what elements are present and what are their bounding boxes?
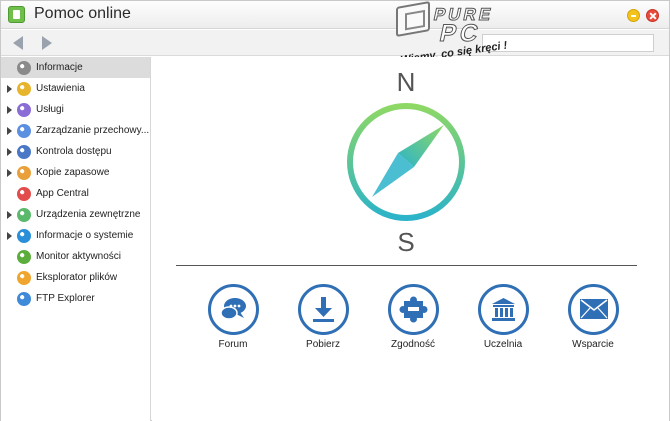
storage-icon [17, 123, 31, 138]
sidebar-item-storage[interactable]: Zarządzanie przechowy... [1, 120, 150, 141]
sidebar-item-label: Kopie zapasowe [36, 167, 110, 178]
forum-link[interactable]: Forum [202, 284, 264, 350]
sidebar-item-access-control[interactable]: Kontrola dostępu [1, 141, 150, 162]
forward-arrow-icon[interactable] [42, 36, 52, 50]
sidebar-item-external-devices[interactable]: Urządzenia zewnętrzne [1, 204, 150, 225]
expand-arrow-icon[interactable] [7, 231, 12, 240]
purepc-logo-icon [396, 1, 430, 37]
support-circle[interactable] [567, 284, 619, 335]
app-central-icon [17, 186, 31, 201]
activity-monitor-icon [17, 249, 31, 264]
back-arrow-icon[interactable] [13, 36, 23, 50]
sidebar-item-label: Usługi [36, 104, 64, 115]
sidebar-item-label: Zarządzanie przechowy... [36, 125, 150, 136]
compass-north-label: N [397, 67, 416, 97]
gear-icon [17, 81, 31, 96]
help-app-icon [8, 6, 25, 23]
sidebar-item-gear[interactable]: Ustawienia [1, 78, 150, 99]
sidebar-item-label: FTP Explorer [36, 293, 95, 304]
expand-arrow-icon[interactable] [7, 126, 12, 135]
download-link[interactable]: Pobierz [292, 284, 354, 350]
file-explorer-icon [17, 270, 31, 285]
sidebar-item-label: Informacje [36, 62, 83, 73]
compatibility-label: Zgodność [391, 339, 435, 350]
sidebar-item-compass[interactable]: Informacje [1, 57, 150, 78]
compass-graphic: N S [347, 67, 465, 257]
sidebar-item-services[interactable]: Usługi [1, 99, 150, 120]
expand-arrow-icon[interactable] [7, 210, 12, 219]
sidebar-item-label: Ustawienia [36, 83, 85, 94]
expand-arrow-icon[interactable] [7, 168, 12, 177]
sidebar-item-file-explorer[interactable]: Eksplorator plików [1, 267, 150, 288]
window-title: Pomoc online [34, 5, 131, 22]
university-circle[interactable] [477, 284, 529, 335]
sidebar-item-label: Monitor aktywności [36, 251, 122, 262]
access-control-icon [17, 144, 31, 159]
help-window: Pomoc online PURE PC Wiemy, co się kręci… [0, 0, 670, 421]
download-label: Pobierz [306, 339, 340, 350]
services-icon [17, 102, 31, 117]
sidebar-item-backup[interactable]: Kopie zapasowe [1, 162, 150, 183]
support-link[interactable]: Wsparcie [562, 284, 624, 350]
external-devices-icon [17, 207, 31, 222]
help-links: Forum Pobierz Zgodność Uczelnia Wsparcie [202, 284, 622, 354]
chat-bubbles-icon [219, 298, 246, 320]
support-label: Wsparcie [572, 339, 614, 350]
forum-circle[interactable] [207, 284, 259, 335]
sidebar-item-system-info[interactable]: Informacje o systemie [1, 225, 150, 246]
close-button[interactable] [646, 9, 659, 22]
compatibility-link[interactable]: Zgodność [382, 284, 444, 350]
sidebar-item-label: App Central [36, 188, 89, 199]
title-bar[interactable]: Pomoc online [1, 1, 669, 29]
sidebar: Informacje Ustawienia Usługi Zarządzanie pr… [1, 57, 151, 421]
sidebar-item-ftp-explorer[interactable]: FTP Explorer [1, 288, 150, 309]
sidebar-item-app-central[interactable]: App Central [1, 183, 150, 204]
minimize-button[interactable] [627, 9, 640, 22]
compass-icon [17, 60, 31, 75]
sidebar-item-label: Eksplorator plików [36, 272, 118, 283]
envelope-icon [579, 299, 608, 319]
system-info-icon [17, 228, 31, 243]
university-icon [491, 298, 515, 321]
toolbar [1, 30, 669, 56]
forum-label: Forum [218, 339, 248, 350]
sidebar-item-label: Kontrola dostępu [36, 146, 112, 157]
compass-south-label: S [397, 227, 414, 257]
ftp-explorer-icon [17, 291, 31, 306]
sidebar-item-label: Informacje o systemie [36, 230, 134, 241]
university-link[interactable]: Uczelnia [472, 284, 534, 350]
expand-arrow-icon[interactable] [7, 84, 12, 93]
expand-arrow-icon[interactable] [7, 105, 12, 114]
expand-arrow-icon[interactable] [7, 147, 12, 156]
content-divider [176, 265, 637, 266]
university-label: Uczelnia [483, 339, 523, 350]
sidebar-item-label: Urządzenia zewnętrzne [36, 209, 141, 220]
download-icon [312, 297, 334, 322]
backup-icon [17, 165, 31, 180]
puzzle-icon [399, 296, 427, 323]
sidebar-item-activity-monitor[interactable]: Monitor aktywności [1, 246, 150, 267]
main-content: N S Forum Pobierz Zgodność Uczelnia Wspa… [152, 57, 669, 421]
download-circle[interactable] [297, 284, 349, 335]
sidebar-list: Informacje Ustawienia Usługi Zarządzanie pr… [1, 57, 150, 309]
compatibility-circle[interactable] [387, 284, 439, 335]
